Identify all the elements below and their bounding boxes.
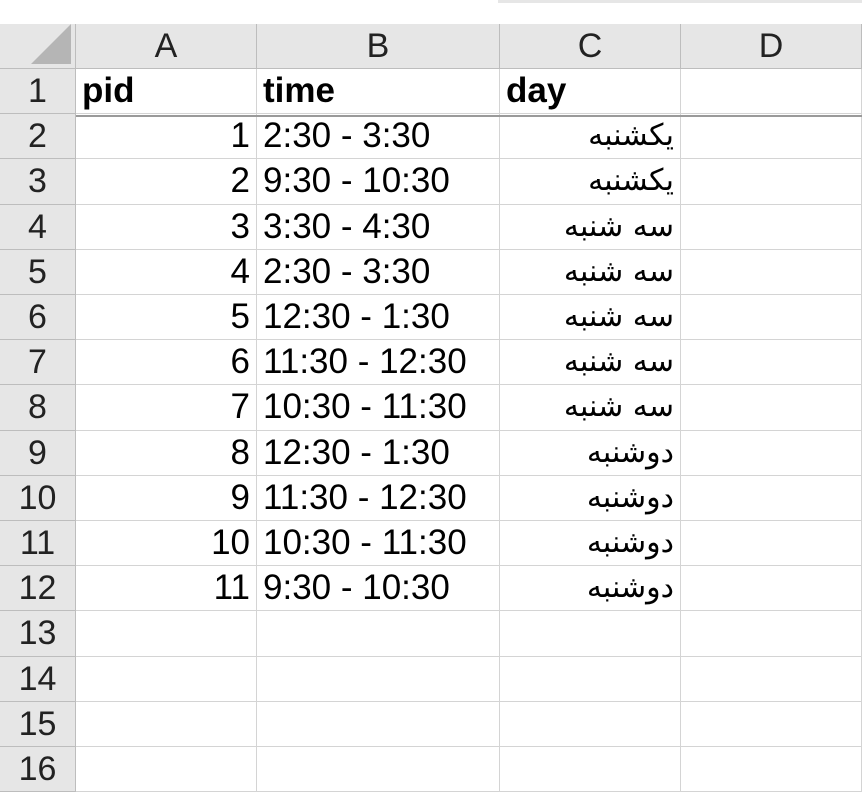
select-all-corner[interactable] [0, 24, 76, 69]
cell-day[interactable]: سه شنبه [500, 250, 681, 295]
cell-day[interactable]: دوشنبه [500, 431, 681, 476]
row-header[interactable]: 10 [0, 476, 76, 521]
cell-pid[interactable]: 5 [76, 295, 257, 340]
cell-day[interactable]: یکشنبه [500, 114, 681, 159]
row-header[interactable]: 1 [0, 69, 76, 114]
cell-day[interactable]: دوشنبه [500, 521, 681, 566]
row-header[interactable]: 4 [0, 205, 76, 250]
cell-empty[interactable] [76, 657, 257, 702]
cell-empty[interactable] [681, 250, 862, 295]
cell-time[interactable]: 9:30 - 10:30 [257, 566, 500, 611]
header-row-underline [76, 115, 862, 117]
row-header[interactable]: 15 [0, 702, 76, 747]
cell-a1-pid-header[interactable]: pid [76, 69, 257, 114]
cell-empty[interactable] [681, 114, 862, 159]
cell-b1-time-header[interactable]: time [257, 69, 500, 114]
cell-empty[interactable] [681, 431, 862, 476]
row-header[interactable]: 5 [0, 250, 76, 295]
row-header[interactable]: 14 [0, 657, 76, 702]
cell-empty[interactable] [681, 521, 862, 566]
cell-day[interactable]: دوشنبه [500, 476, 681, 521]
cell-pid[interactable]: 1 [76, 114, 257, 159]
cell-time[interactable]: 11:30 - 12:30 [257, 340, 500, 385]
cell-empty[interactable] [257, 657, 500, 702]
column-header-a[interactable]: A [76, 24, 257, 69]
cell-pid[interactable]: 3 [76, 205, 257, 250]
cell-empty[interactable] [681, 657, 862, 702]
cell-empty[interactable] [681, 205, 862, 250]
row-header[interactable]: 16 [0, 747, 76, 792]
select-all-triangle-icon [31, 24, 71, 64]
cell-empty[interactable] [76, 611, 257, 657]
top-strip-segment [498, 0, 862, 3]
cell-empty[interactable] [681, 702, 862, 747]
cell-empty[interactable] [681, 747, 862, 792]
column-header-b[interactable]: B [257, 24, 500, 69]
row-header[interactable]: 11 [0, 521, 76, 566]
cell-empty[interactable] [257, 611, 500, 657]
cell-empty[interactable] [681, 476, 862, 521]
cell-pid[interactable]: 10 [76, 521, 257, 566]
row-header[interactable]: 3 [0, 159, 76, 205]
cell-pid[interactable]: 11 [76, 566, 257, 611]
cell-pid[interactable]: 4 [76, 250, 257, 295]
cell-day[interactable]: سه شنبه [500, 205, 681, 250]
cell-day[interactable]: سه شنبه [500, 295, 681, 340]
cell-empty[interactable] [681, 295, 862, 340]
cell-time[interactable]: 2:30 - 3:30 [257, 114, 500, 159]
cell-time[interactable]: 9:30 - 10:30 [257, 159, 500, 205]
cell-time[interactable]: 12:30 - 1:30 [257, 431, 500, 476]
row-header[interactable]: 13 [0, 611, 76, 657]
cell-d1[interactable] [681, 69, 862, 114]
cell-time[interactable]: 10:30 - 11:30 [257, 521, 500, 566]
cell-empty[interactable] [500, 657, 681, 702]
row-header[interactable]: 2 [0, 114, 76, 159]
cell-pid[interactable]: 8 [76, 431, 257, 476]
cell-empty[interactable] [500, 702, 681, 747]
cell-pid[interactable]: 6 [76, 340, 257, 385]
cell-time[interactable]: 10:30 - 11:30 [257, 385, 500, 431]
cell-day[interactable]: یکشنبه [500, 159, 681, 205]
cell-time[interactable]: 11:30 - 12:30 [257, 476, 500, 521]
cell-empty[interactable] [681, 611, 862, 657]
cell-pid[interactable]: 9 [76, 476, 257, 521]
cell-pid[interactable]: 7 [76, 385, 257, 431]
cell-empty[interactable] [681, 385, 862, 431]
row-header[interactable]: 12 [0, 566, 76, 611]
cell-empty[interactable] [76, 747, 257, 792]
row-header[interactable]: 6 [0, 295, 76, 340]
cell-time[interactable]: 12:30 - 1:30 [257, 295, 500, 340]
cell-pid[interactable]: 2 [76, 159, 257, 205]
cell-empty[interactable] [681, 340, 862, 385]
row-header[interactable]: 7 [0, 340, 76, 385]
column-header-c[interactable]: C [500, 24, 681, 69]
cell-empty[interactable] [257, 702, 500, 747]
cell-day[interactable]: سه شنبه [500, 340, 681, 385]
cell-day[interactable]: سه شنبه [500, 385, 681, 431]
cell-empty[interactable] [681, 566, 862, 611]
cell-empty[interactable] [500, 747, 681, 792]
row-header[interactable]: 9 [0, 431, 76, 476]
cell-day[interactable]: دوشنبه [500, 566, 681, 611]
cell-c1-day-header[interactable]: day [500, 69, 681, 114]
cell-empty[interactable] [681, 159, 862, 205]
cell-empty[interactable] [76, 702, 257, 747]
top-strip [0, 0, 862, 24]
cell-empty[interactable] [500, 611, 681, 657]
cell-time[interactable]: 2:30 - 3:30 [257, 250, 500, 295]
cell-empty[interactable] [257, 747, 500, 792]
row-header[interactable]: 8 [0, 385, 76, 431]
cell-time[interactable]: 3:30 - 4:30 [257, 205, 500, 250]
column-header-d[interactable]: D [681, 24, 862, 69]
